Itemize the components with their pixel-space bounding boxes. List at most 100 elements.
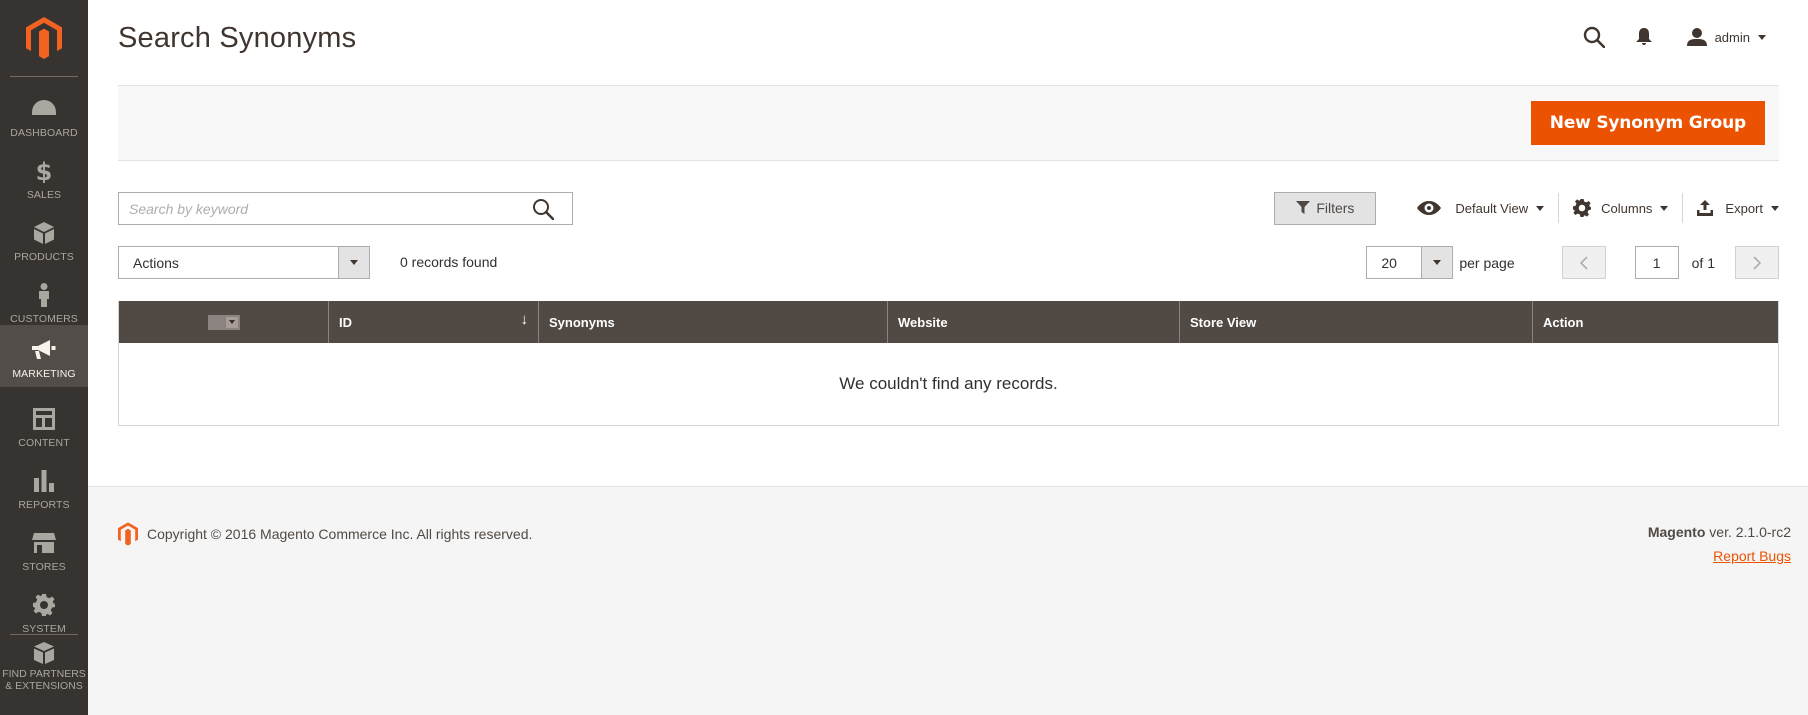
- sidebar-item-label: REPORTS: [18, 499, 70, 511]
- chevron-down-icon: [1758, 34, 1766, 40]
- total-pages: of 1: [1691, 254, 1715, 271]
- report-bugs-link[interactable]: Report Bugs: [1713, 548, 1791, 564]
- sidebar-divider: [10, 76, 78, 77]
- page-main: Search Synonyms admin New Synonym Group …: [88, 0, 1808, 486]
- global-search-button[interactable]: [1569, 20, 1619, 54]
- sidebar-item-reports[interactable]: REPORTS: [0, 456, 88, 518]
- chevron-down-icon: [228, 320, 235, 324]
- sidebar-item-sales[interactable]: $ SALES: [0, 146, 88, 208]
- mass-actions-select[interactable]: Actions: [118, 246, 370, 279]
- column-header-action: Action: [1533, 301, 1778, 343]
- storefront-icon: [32, 530, 56, 556]
- column-header-id[interactable]: ID ↓: [329, 301, 539, 343]
- chevron-right-icon: [1753, 255, 1761, 270]
- search-input[interactable]: [119, 193, 519, 224]
- column-label: Store View: [1190, 314, 1257, 330]
- grid-header-row: ID ↓ Synonyms Website Store View Action: [119, 301, 1778, 343]
- filters-button[interactable]: Filters: [1274, 191, 1377, 225]
- per-page-label: per page: [1459, 254, 1515, 271]
- chevron-down-icon: [1433, 260, 1442, 265]
- column-header-website[interactable]: Website: [888, 301, 1180, 343]
- copyright: Copyright © 2016 Magento Commerce Inc. A…: [118, 522, 532, 546]
- columns-label: Columns: [1601, 200, 1653, 216]
- sidebar-item-label: CUSTOMERS: [10, 313, 78, 325]
- sidebar-item-marketing[interactable]: MARKETING: [0, 325, 88, 387]
- mass-actions-value: Actions: [133, 254, 179, 271]
- pagination: 20 per page of 1: [1366, 246, 1779, 279]
- page-footer: Copyright © 2016 Magento Commerce Inc. A…: [88, 486, 1808, 715]
- copyright-text: Copyright © 2016 Magento Commerce Inc. A…: [147, 526, 533, 542]
- sidebar-item-label: SALES: [26, 189, 62, 201]
- records-count: 0 records found: [400, 254, 498, 270]
- keyword-search: [118, 192, 573, 225]
- dollar-icon: $: [37, 158, 51, 184]
- select-arrow: [225, 316, 238, 328]
- magento-logo-icon: [118, 522, 138, 546]
- search-icon: [533, 199, 555, 221]
- notifications-button[interactable]: [1619, 20, 1669, 54]
- magento-logo-icon: [26, 17, 62, 59]
- synonyms-grid: ID ↓ Synonyms Website Store View Action …: [118, 301, 1779, 426]
- mass-select-checkbox[interactable]: [207, 314, 240, 330]
- bar-chart-icon: [34, 468, 54, 494]
- search-icon: [1583, 26, 1605, 48]
- layout-icon: [33, 406, 55, 432]
- sidebar-item-dashboard[interactable]: DASHBOARD: [0, 84, 88, 146]
- export-label: Export: [1725, 200, 1763, 216]
- column-label: Website: [898, 314, 948, 330]
- svg-text:$: $: [37, 159, 51, 183]
- bell-icon: [1635, 28, 1652, 45]
- chevron-left-icon: [1579, 255, 1588, 270]
- sidebar-item-find-partners[interactable]: FIND PARTNERS & EXTENSIONS: [0, 640, 88, 700]
- gear-icon: [33, 592, 55, 618]
- sidebar-item-content[interactable]: CONTENT: [0, 394, 88, 456]
- eye-icon: [1417, 201, 1442, 215]
- new-synonym-group-button[interactable]: New Synonym Group: [1530, 101, 1765, 145]
- select-arrow: [338, 247, 369, 278]
- default-view-label: Default View: [1455, 200, 1529, 216]
- sidebar-item-stores[interactable]: STORES: [0, 518, 88, 580]
- column-mass-select[interactable]: [119, 301, 329, 343]
- export-dropdown[interactable]: Export: [1683, 191, 1779, 225]
- sidebar-item-label: DASHBOARD: [10, 127, 78, 139]
- gear-icon: [1573, 199, 1592, 217]
- dashboard-icon: [32, 96, 56, 122]
- sidebar-item-label: STORES: [22, 561, 66, 573]
- search-submit-button[interactable]: [532, 198, 555, 225]
- grid-toolbar: Filters Default View Columns Export: [1274, 191, 1779, 225]
- chevron-down-icon: [1771, 205, 1779, 211]
- person-icon: [37, 282, 51, 308]
- magento-logo[interactable]: [0, 0, 88, 76]
- columns-dropdown[interactable]: Columns: [1559, 191, 1682, 225]
- default-view-dropdown[interactable]: Default View: [1403, 191, 1558, 225]
- admin-user-menu[interactable]: admin: [1669, 20, 1808, 54]
- per-page-select[interactable]: 20: [1366, 246, 1454, 279]
- admin-sidebar: DASHBOARD $ SALES PRODUCTS CUSTOMERS MAR…: [0, 0, 88, 715]
- sidebar-item-label: & EXTENSIONS: [5, 680, 83, 692]
- column-label: Action: [1543, 314, 1584, 330]
- sort-arrow-icon: ↓: [520, 311, 529, 328]
- column-header-synonyms[interactable]: Synonyms: [539, 301, 888, 343]
- page-title: Search Synonyms: [118, 22, 357, 54]
- per-page-value: 20: [1381, 254, 1397, 271]
- mass-select-box: [207, 314, 240, 330]
- admin-username: admin: [1714, 29, 1750, 45]
- next-page-button[interactable]: [1735, 246, 1779, 279]
- header-actions: admin: [1569, 20, 1808, 54]
- column-header-store-view[interactable]: Store View: [1180, 301, 1533, 343]
- sidebar-item-label: PRODUCTS: [14, 251, 74, 263]
- sidebar-item-products[interactable]: PRODUCTS: [0, 208, 88, 270]
- chevron-down-icon: [1536, 205, 1545, 211]
- sidebar-item-system[interactable]: SYSTEM: [0, 580, 88, 642]
- cube-icon: [34, 220, 54, 246]
- column-label: ID: [339, 314, 352, 330]
- funnel-icon: [1296, 201, 1311, 214]
- boxes-icon: [33, 640, 55, 666]
- page-actions-bar: New Synonym Group: [118, 85, 1779, 161]
- brand-name: Magento: [1647, 524, 1706, 540]
- sidebar-item-customers[interactable]: CUSTOMERS: [0, 270, 88, 332]
- select-arrow: [1421, 247, 1453, 278]
- current-page-input[interactable]: [1634, 246, 1679, 279]
- column-label: Synonyms: [549, 314, 615, 330]
- previous-page-button[interactable]: [1561, 246, 1606, 279]
